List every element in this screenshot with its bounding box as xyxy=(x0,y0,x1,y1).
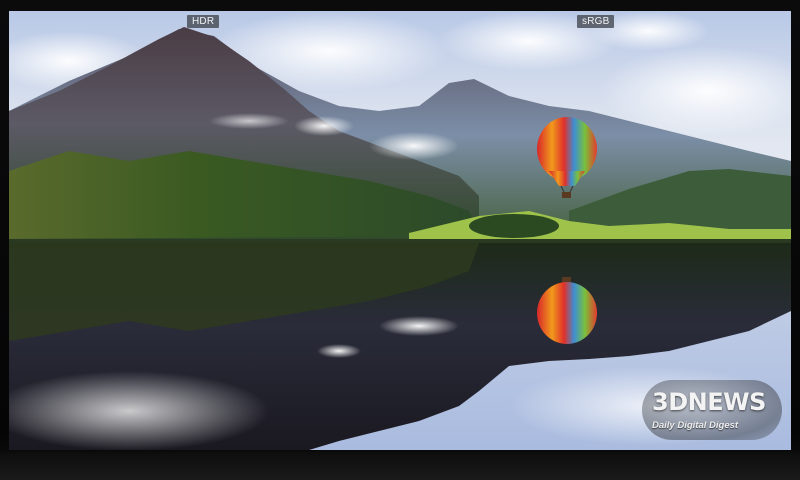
hdr-label: HDR xyxy=(187,15,220,28)
srgb-label: sRGB xyxy=(577,15,615,28)
monitor-bottom-bezel xyxy=(0,452,800,480)
watermark-brand: 3DNEWS xyxy=(652,388,766,416)
shoreline xyxy=(9,239,791,243)
3dnews-watermark: 3DNEWS Daily Digital Digest xyxy=(642,380,782,440)
watermark-tagline: Daily Digital Digest xyxy=(652,420,739,431)
tree-island xyxy=(469,214,559,238)
